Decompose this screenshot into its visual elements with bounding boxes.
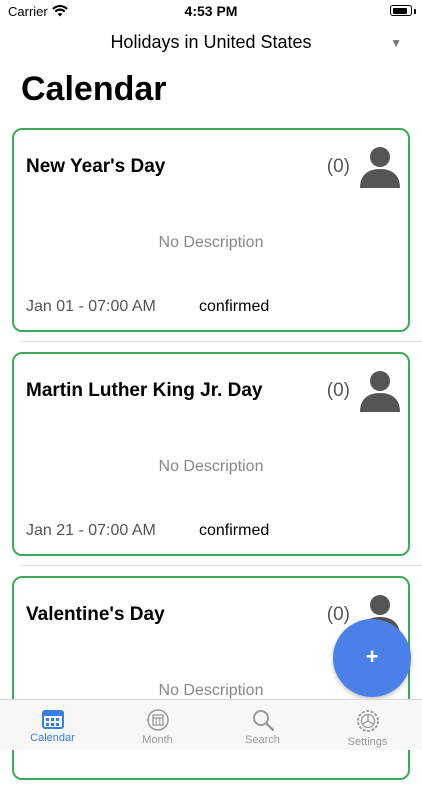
event-description: No Description: [158, 234, 264, 251]
status-bar: Carrier 4:53 PM: [0, 0, 422, 24]
event-title: New Year's Day: [26, 156, 166, 177]
event-status: confirmed: [199, 298, 270, 315]
event-title: Martin Luther King Jr. Day: [26, 380, 263, 401]
event-card-new-years-day[interactable]: New Year's Day (0) No Description Jan 01…: [12, 128, 410, 332]
search-icon: [252, 710, 274, 731]
tab-search[interactable]: Search: [210, 700, 315, 750]
tab-month[interactable]: Month: [105, 700, 210, 750]
attendee-count: (0): [326, 604, 350, 625]
event-date: Jan 01 - 07:00 AM: [26, 298, 156, 315]
tab-label: Search: [245, 734, 280, 746]
calendar-picker[interactable]: Holidays in United States ▼: [0, 30, 422, 58]
list-item: New Year's Day (0) No Description Jan 01…: [0, 128, 422, 352]
tab-label: Calendar: [30, 732, 75, 744]
divider: [20, 341, 422, 342]
event-description: No Description: [158, 458, 264, 475]
attendee-count: (0): [326, 156, 350, 177]
add-event-button[interactable]: +: [333, 619, 411, 697]
event-title: Valentine's Day: [26, 604, 165, 625]
settings-icon: [356, 710, 379, 732]
person-icon[interactable]: [358, 368, 402, 412]
battery-cap: [414, 9, 416, 14]
tab-label: Month: [142, 734, 173, 746]
event-status: confirmed: [199, 522, 270, 539]
dropdown-arrow-icon: ▼: [390, 36, 402, 50]
divider: [20, 565, 422, 566]
attendee-count: (0): [326, 380, 350, 401]
month-icon: [146, 709, 169, 731]
list-item: Martin Luther King Jr. Day (0) No Descri…: [0, 352, 422, 576]
page-title: Calendar: [21, 70, 167, 108]
tab-calendar[interactable]: Calendar: [0, 700, 105, 750]
event-date: Jan 21 - 07:00 AM: [26, 522, 156, 539]
event-card-mlk-day[interactable]: Martin Luther King Jr. Day (0) No Descri…: [12, 352, 410, 556]
tab-label: Settings: [347, 736, 388, 748]
tab-settings[interactable]: Settings: [315, 700, 420, 750]
person-icon[interactable]: [358, 144, 402, 188]
calendar-icon: [41, 710, 64, 729]
tab-bar: Calendar Month Search Settings: [0, 699, 422, 750]
battery-icon: [390, 5, 412, 16]
calendar-picker-label: Holidays in United States: [110, 32, 312, 52]
clock-time: 4:53 PM: [184, 3, 238, 19]
